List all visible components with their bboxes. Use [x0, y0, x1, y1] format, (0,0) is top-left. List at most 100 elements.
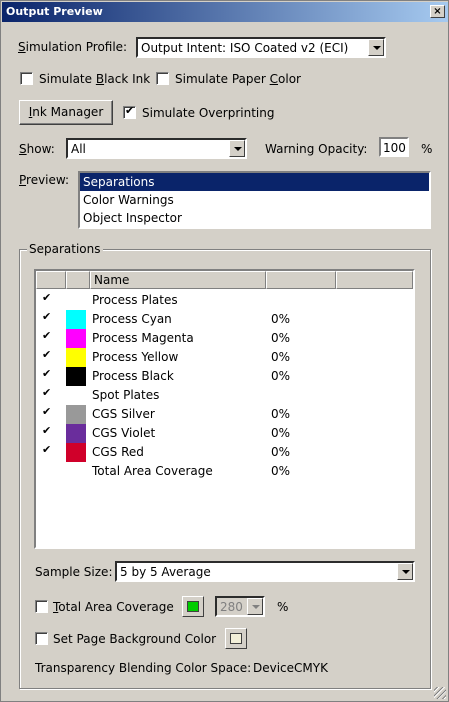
checkmark-icon[interactable]: [42, 405, 54, 420]
warning-opacity-unit: %: [421, 142, 433, 156]
simulate-black-ink-checkbox[interactable]: [20, 72, 33, 85]
checkmark-icon[interactable]: [42, 386, 54, 401]
simulation-profile-value: Output Intent: ISO Coated v2 (ECI): [141, 41, 349, 55]
separation-coverage: 0%: [271, 407, 291, 421]
preview-item-color-warnings[interactable]: Color Warnings: [80, 191, 429, 209]
separation-row[interactable]: Process Black 0%: [36, 367, 413, 386]
page-background-checkbox[interactable]: [35, 632, 48, 645]
column-header-coverage[interactable]: [266, 271, 336, 289]
column-header-visible[interactable]: [36, 271, 66, 289]
checkmark-icon[interactable]: [42, 291, 54, 306]
checkmark-icon[interactable]: [42, 329, 54, 344]
separations-rows: Process PlatesProcess Cyan0%Process Mage…: [36, 291, 413, 547]
column-header-name-label: Name: [94, 273, 130, 287]
page-background-label[interactable]: Set Page Background Color: [53, 632, 216, 646]
separation-row[interactable]: Process Yellow 0%: [36, 348, 413, 367]
simulate-overprinting-label[interactable]: Simulate Overprinting: [142, 106, 274, 120]
warning-opacity-value: 100: [383, 141, 406, 155]
separation-coverage: 0%: [271, 331, 291, 345]
color-swatch-icon: [66, 367, 86, 386]
sample-size-value: 5 by 5 Average: [120, 565, 211, 579]
simulation-profile-label: Simulation Profile:: [18, 40, 128, 54]
show-dropdown[interactable]: All: [66, 138, 247, 159]
total-area-coverage-label[interactable]: Total Area Coverage: [53, 600, 174, 614]
chevron-down-icon: [247, 598, 263, 615]
checkmark-icon[interactable]: [42, 424, 54, 439]
preview-item-separations[interactable]: Separations: [80, 173, 429, 191]
checkmark-icon[interactable]: [42, 367, 54, 382]
separation-coverage: 0%: [271, 312, 291, 326]
separation-name: Process Plates: [92, 293, 178, 307]
separation-row[interactable]: CGS Silver 0%: [36, 405, 413, 424]
show-value: All: [71, 142, 86, 156]
checkmark-icon[interactable]: [42, 348, 54, 363]
column-header-name[interactable]: Name: [90, 271, 266, 289]
output-preview-window: Output Preview × Simulation Profile: Out…: [0, 0, 449, 702]
chevron-down-icon[interactable]: [368, 39, 384, 56]
separation-name: Total Area Coverage: [92, 464, 213, 478]
separation-coverage: 0%: [271, 350, 291, 364]
separation-name: Process Magenta: [92, 331, 194, 345]
separation-coverage: 0%: [271, 426, 291, 440]
transparency-label: Transparency Blending Color Space:: [35, 661, 252, 675]
separations-group-title: Separations: [27, 242, 103, 256]
empty-checkbox: [42, 465, 54, 477]
separation-coverage: 0%: [271, 445, 291, 459]
color-swatch-icon: [66, 310, 86, 329]
color-swatch-icon: [66, 424, 86, 443]
separations-table[interactable]: Name Process PlatesProcess Cyan0%Process…: [34, 269, 415, 549]
simulate-paper-color-checkbox[interactable]: [156, 72, 169, 85]
color-swatch-icon: [66, 329, 86, 348]
window-title: Output Preview: [6, 5, 103, 18]
separation-coverage: 0%: [271, 369, 291, 383]
separation-name: CGS Silver: [92, 407, 155, 421]
ink-manager-button[interactable]: Ink Manager: [19, 100, 113, 125]
separation-row[interactable]: CGS Red 0%: [36, 443, 413, 462]
simulate-overprinting-checkbox[interactable]: [123, 104, 136, 119]
show-label: Show:: [19, 142, 55, 156]
separation-name: CGS Violet: [92, 426, 156, 440]
title-bar[interactable]: Output Preview ×: [2, 2, 448, 22]
separation-row[interactable]: CGS Violet 0%: [36, 424, 413, 443]
separation-name: Process Black: [92, 369, 174, 383]
preview-item-object-inspector[interactable]: Object Inspector: [80, 209, 429, 227]
simulation-profile-dropdown[interactable]: Output Intent: ISO Coated v2 (ECI): [136, 37, 386, 58]
total-area-coverage-value: 280: [220, 600, 243, 614]
total-area-coverage-dropdown: 280: [215, 596, 265, 617]
total-area-coverage-checkbox[interactable]: [35, 600, 48, 613]
chevron-down-icon[interactable]: [229, 140, 245, 157]
total-area-coverage-color-button[interactable]: [182, 596, 204, 617]
separation-coverage: 0%: [271, 464, 291, 478]
column-header-extra[interactable]: [336, 271, 413, 289]
separation-name: Spot Plates: [92, 388, 160, 402]
warning-opacity-input[interactable]: 100: [379, 137, 409, 157]
color-swatch-icon: [66, 348, 86, 367]
page-background-color-button[interactable]: [225, 628, 247, 649]
total-area-coverage-unit: %: [277, 600, 289, 614]
color-swatch-icon: [66, 443, 86, 462]
checkmark-icon[interactable]: [42, 310, 54, 325]
column-header-swatch[interactable]: [66, 271, 90, 289]
resize-grip-icon[interactable]: [434, 687, 446, 699]
separation-name: CGS Red: [92, 445, 144, 459]
separation-row[interactable]: Process Plates: [36, 291, 413, 310]
separation-row[interactable]: Process Magenta 0%: [36, 329, 413, 348]
color-swatch-icon: [66, 405, 86, 424]
checkmark-icon[interactable]: [42, 443, 54, 458]
sample-size-label: Sample Size:: [35, 565, 113, 579]
separation-name: Process Cyan: [92, 312, 172, 326]
separation-name: Process Yellow: [92, 350, 179, 364]
simulate-black-ink-label[interactable]: Simulate Black Ink: [39, 72, 150, 86]
preview-listbox[interactable]: Separations Color Warnings Object Inspec…: [78, 171, 431, 229]
preview-label: Preview:: [19, 173, 70, 187]
close-button[interactable]: ×: [430, 5, 445, 18]
simulate-paper-color-label[interactable]: Simulate Paper Color: [175, 72, 301, 86]
warning-opacity-label: Warning Opacity:: [265, 142, 368, 156]
separation-row[interactable]: Process Cyan 0%: [36, 310, 413, 329]
green-swatch-icon: [187, 601, 199, 612]
sample-size-dropdown[interactable]: 5 by 5 Average: [115, 561, 415, 582]
separation-row[interactable]: Total Area Coverage 0%: [36, 462, 413, 481]
separation-row[interactable]: Spot Plates: [36, 386, 413, 405]
chevron-down-icon[interactable]: [397, 563, 413, 580]
transparency-value: DeviceCMYK: [253, 661, 328, 675]
